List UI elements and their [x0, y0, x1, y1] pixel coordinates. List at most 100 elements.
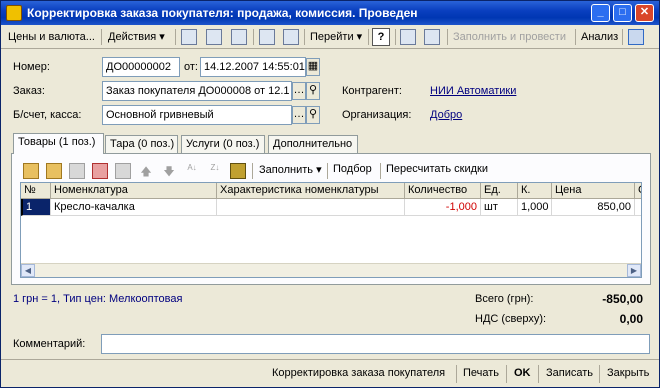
tab-containers[interactable]: Тара (0 поз.) [105, 135, 178, 153]
app-icon [6, 5, 22, 21]
order-field[interactable]: Заказ покупателя ДО000008 от 12.1 [102, 81, 292, 101]
total-value: -850,00 [602, 292, 643, 306]
text-format-icon[interactable] [628, 29, 644, 45]
copy-row-icon[interactable] [46, 163, 62, 179]
ok-button[interactable]: OK [511, 364, 534, 382]
document-window: Корректировка заказа покупателя: продажа… [0, 0, 660, 388]
account-select-button[interactable]: … [292, 106, 306, 124]
goto-menu[interactable]: Перейти ▾ [307, 28, 365, 46]
toolbar-separator [253, 29, 254, 45]
column-header-item[interactable]: Номенклатура [51, 183, 217, 199]
toolbar-separator [395, 29, 396, 45]
vat-value: 0,00 [619, 312, 643, 326]
recalc-discounts-button[interactable]: Пересчитать скидки [386, 163, 488, 175]
arrow-left-icon[interactable] [181, 29, 197, 45]
minimize-button[interactable]: _ [591, 4, 610, 22]
account-open-icon[interactable]: ⚲ [306, 106, 320, 124]
comment-label: Комментарий: [13, 338, 86, 350]
date-field[interactable]: 14.12.2007 14:55:01 [200, 57, 306, 77]
toolbar-separator [304, 29, 305, 45]
maximize-button[interactable]: □ [613, 4, 632, 22]
toolbar-separator [368, 29, 369, 45]
sort-asc-icon[interactable]: A↓ [184, 163, 200, 179]
number-field[interactable]: ДО00000002 [102, 57, 180, 77]
fill-and-post-button[interactable]: Заполнить и провести [450, 28, 569, 46]
row-item-cell[interactable]: Кресло-качалка [51, 199, 217, 216]
analysis-button[interactable]: Анализ [578, 28, 621, 46]
actions-menu[interactable]: Действия ▾ [105, 28, 168, 46]
row-price-cell[interactable]: 850,00 [552, 199, 635, 216]
toolbar-separator [252, 163, 253, 179]
column-header-number[interactable]: № [21, 183, 51, 199]
fill-menu[interactable]: Заполнить ▾ [259, 163, 322, 176]
pick-button[interactable]: Подбор [333, 163, 372, 175]
row-number-cell[interactable]: 1 [21, 199, 51, 216]
organization-link[interactable]: Добро [430, 109, 462, 121]
scroll-left-icon[interactable]: ◀ [21, 264, 35, 277]
column-header-sum[interactable]: С [635, 183, 641, 199]
row-sum-cell[interactable] [635, 199, 641, 216]
edit-row-icon[interactable] [69, 163, 85, 179]
save-button[interactable]: Записать [543, 364, 596, 382]
horizontal-scrollbar[interactable]: ◀ ▶ [21, 263, 641, 277]
comment-field[interactable] [101, 334, 650, 354]
close-window-button[interactable]: ✕ [635, 4, 654, 22]
column-header-price[interactable]: Цена [552, 183, 635, 199]
vat-label: НДС (сверху): [475, 313, 547, 325]
column-header-quantity[interactable]: Количество [405, 183, 481, 199]
row-quantity-cell[interactable]: -1,000 [405, 199, 481, 216]
fill-label: Заполнить [259, 164, 314, 176]
move-up-icon[interactable]: 🡅 [138, 163, 154, 179]
actions-label: Действия [108, 31, 157, 43]
toolbar-separator [327, 163, 328, 179]
list-structure-icon[interactable] [424, 29, 440, 45]
chevron-down-icon: ▾ [159, 31, 165, 43]
tab-services[interactable]: Услуги (0 поз.) [181, 135, 265, 153]
order-label: Заказ: [13, 85, 45, 97]
print-button[interactable]: Печать [460, 364, 502, 382]
account-label: Б/счет, касса: [13, 109, 82, 121]
order-select-button[interactable]: … [292, 82, 306, 100]
prices-currency-button[interactable]: Цены и валюта... [5, 28, 98, 46]
column-header-coefficient[interactable]: К. [518, 183, 552, 199]
calendar-icon[interactable]: ▦ [306, 58, 320, 76]
footer-separator [599, 365, 600, 383]
scroll-right-icon[interactable]: ▶ [627, 264, 641, 277]
sort-desc-icon[interactable]: Z↓ [207, 163, 223, 179]
counterparty-label: Контрагент: [342, 85, 402, 97]
row-coefficient-cell[interactable]: 1,000 [518, 199, 552, 216]
toolbar-separator [622, 29, 623, 45]
tab-additional[interactable]: Дополнительно [268, 135, 358, 153]
end-edit-icon[interactable] [115, 163, 131, 179]
goods-table[interactable]: № Номенклатура Характеристика номенклату… [20, 182, 642, 278]
column-header-unit[interactable]: Ед. [481, 183, 518, 199]
movement-icon[interactable] [231, 29, 247, 45]
refresh-document-icon[interactable] [206, 29, 222, 45]
date-label: от: [184, 61, 198, 73]
window-title: Корректировка заказа покупателя: продажа… [27, 6, 418, 20]
cancel-posting-icon[interactable] [283, 29, 299, 45]
toolbar-separator [575, 29, 576, 45]
toolbar-separator [175, 29, 176, 45]
tab-goods[interactable]: Товары (1 поз.) [13, 133, 104, 154]
barcode-icon[interactable] [230, 163, 246, 179]
account-field[interactable]: Основной гривневый [102, 105, 292, 125]
row-characteristic-cell[interactable] [217, 199, 405, 216]
order-open-icon[interactable]: ⚲ [306, 82, 320, 100]
help-button[interactable]: ? [372, 28, 390, 46]
toolbar-separator [380, 163, 381, 179]
post-document-icon[interactable] [259, 29, 275, 45]
table-settings-icon[interactable] [400, 29, 416, 45]
toolbar-separator [101, 29, 102, 45]
rate-info-link[interactable]: 1 грн = 1, Тип цен: Мелкооптовая [13, 293, 182, 305]
order-correction-print-button[interactable]: Корректировка заказа покупателя [269, 364, 448, 382]
column-header-characteristic[interactable]: Характеристика номенклатуры [217, 183, 405, 199]
row-unit-cell[interactable]: шт [481, 199, 518, 216]
chevron-down-icon: ▾ [356, 31, 363, 43]
delete-row-icon[interactable] [92, 163, 108, 179]
move-down-icon[interactable]: 🡇 [161, 163, 177, 179]
table-toolbar: 🡅 🡇 A↓ Z↓ Заполнить ▾ Подбор Пересчитать… [21, 161, 641, 181]
add-row-icon[interactable] [23, 163, 39, 179]
close-button[interactable]: Закрыть [604, 364, 652, 382]
counterparty-link[interactable]: НИИ Автоматики [430, 85, 516, 97]
